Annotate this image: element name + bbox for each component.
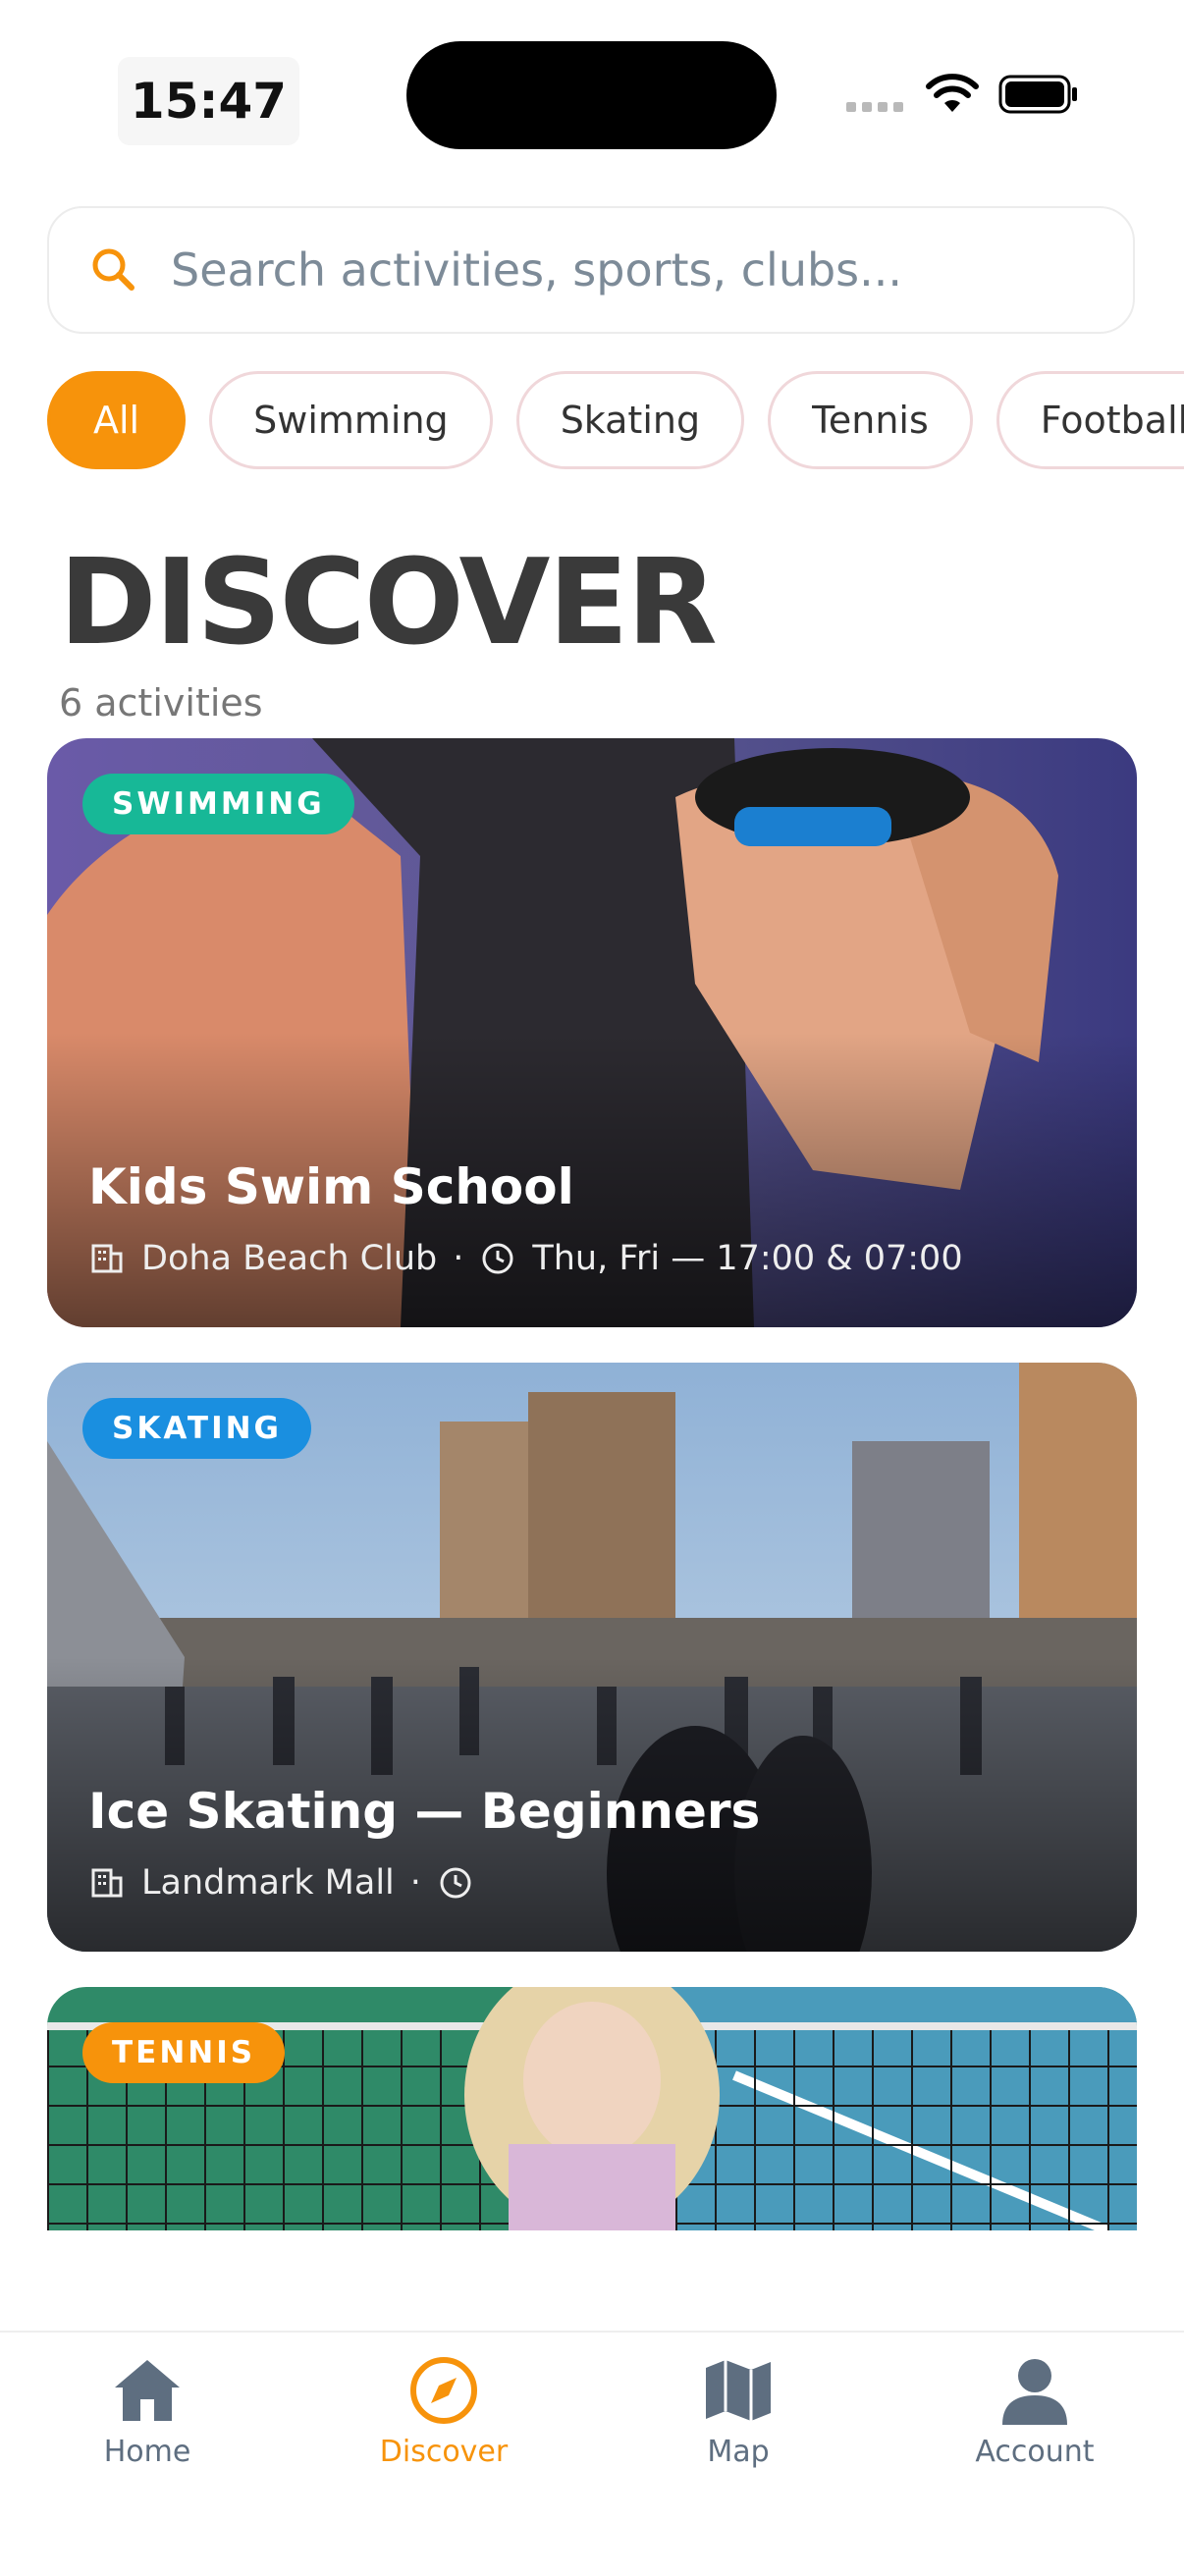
filter-chips: All Swimming Skating Tennis Football	[47, 371, 1184, 469]
category-badge: TENNIS	[82, 2022, 286, 2083]
nav-discover[interactable]: Discover	[346, 2352, 542, 2499]
filter-chip-tennis[interactable]: Tennis	[768, 371, 973, 469]
activity-card-tennis[interactable]: TENNIS	[47, 1987, 1137, 2230]
nav-home-label: Home	[103, 2435, 191, 2469]
map-icon	[706, 2360, 771, 2421]
nav-discover-label: Discover	[379, 2435, 509, 2469]
status-bar: 15:47	[0, 0, 1184, 187]
search-icon	[92, 248, 135, 291]
activity-card-swimming[interactable]: SWIMMING Kids Swim School Doha Beach Clu…	[47, 738, 1137, 1327]
home-icon	[115, 2360, 180, 2421]
filter-chip-football[interactable]: Football	[996, 371, 1184, 469]
page-title: DISCOVER	[59, 535, 718, 671]
person-icon	[1002, 2359, 1067, 2425]
search-bar[interactable]	[47, 206, 1135, 334]
bottom-navigation: Home Discover Map Account	[0, 2331, 1184, 2576]
separator-dot: ·	[453, 1239, 464, 1278]
nav-account-label: Account	[975, 2435, 1095, 2469]
nav-map-label: Map	[707, 2435, 770, 2469]
card-meta: Landmark Mall ·	[88, 1863, 490, 1903]
clock-icon	[482, 1243, 513, 1274]
separator-dot: ·	[409, 1863, 421, 1903]
nav-map[interactable]: Map	[640, 2352, 836, 2499]
battery-icon	[998, 75, 1077, 114]
cellular-signal-icon	[846, 102, 903, 112]
category-badge: SWIMMING	[82, 774, 354, 834]
venue-label: Doha Beach Club	[141, 1239, 438, 1278]
schedule-label: Thu, Fri — 17:00 & 07:00	[532, 1239, 963, 1278]
category-badge: SKATING	[82, 1398, 312, 1459]
status-time: 15:47	[130, 73, 288, 130]
wifi-icon	[926, 74, 979, 112]
building-icon	[91, 1868, 123, 1898]
card-title: Ice Skating — Beginners	[88, 1783, 761, 1840]
clock-icon	[440, 1867, 471, 1899]
nav-home[interactable]: Home	[49, 2352, 245, 2499]
building-icon	[91, 1244, 123, 1273]
card-title: Kids Swim School	[88, 1158, 574, 1215]
dynamic-island	[406, 41, 777, 149]
compass-icon	[410, 2357, 477, 2424]
filter-chip-all[interactable]: All	[47, 371, 187, 469]
card-meta: Doha Beach Club · Thu, Fri — 17:00 & 07:…	[88, 1239, 963, 1278]
search-input[interactable]	[169, 230, 1056, 310]
filter-chip-swimming[interactable]: Swimming	[209, 371, 493, 469]
activity-count: 6 activities	[59, 681, 263, 724]
venue-label: Landmark Mall	[141, 1863, 395, 1903]
nav-account[interactable]: Account	[937, 2352, 1133, 2499]
activity-card-skating[interactable]: SKATING Ice Skating — Beginners Landmark…	[47, 1363, 1137, 1952]
filter-chip-skating[interactable]: Skating	[515, 371, 745, 469]
